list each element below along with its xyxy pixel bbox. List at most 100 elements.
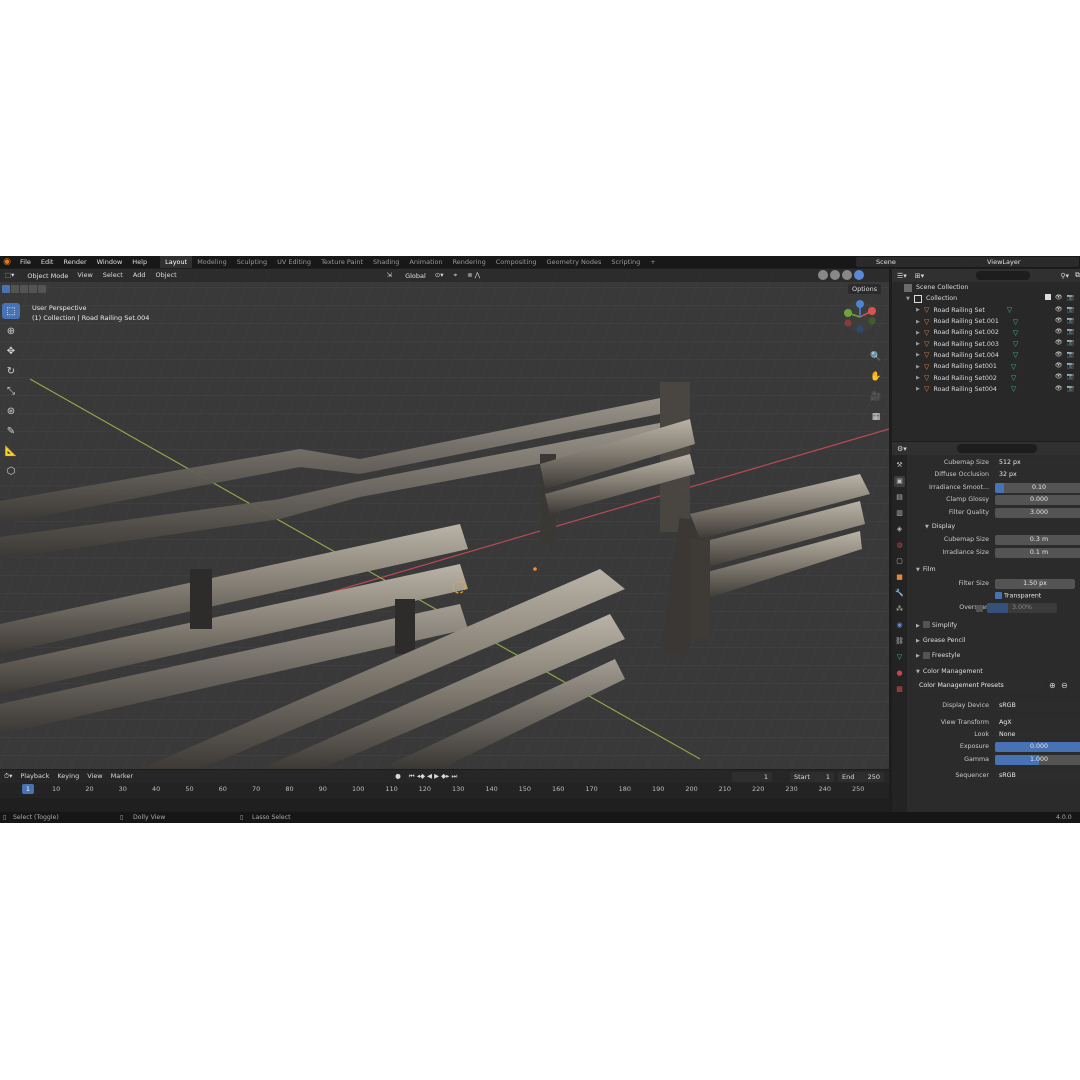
outliner-object-row[interactable]: ▶ ▽ Road Railing Set.003 ▽ 👁 📷 — [892, 338, 1080, 349]
properties-search-input[interactable] — [956, 444, 1037, 453]
view-transform-select[interactable]: AgX — [995, 717, 1080, 728]
display-cubemap-field[interactable]: 0.3 m — [995, 535, 1080, 546]
tab-uv-editing[interactable]: UV Editing — [272, 256, 316, 268]
perspective-grid-icon[interactable]: ▦ — [868, 409, 884, 425]
object-expand-icon[interactable]: ▶ — [916, 319, 924, 325]
view-layer-tab-icon[interactable]: ▥ — [894, 508, 905, 519]
menu-edit[interactable]: Edit — [36, 256, 59, 268]
render-camera-icon[interactable]: 📷 — [1067, 351, 1074, 358]
start-frame-field[interactable]: Start 1 — [790, 772, 834, 782]
gamma-field[interactable]: 1.000 — [995, 754, 1080, 765]
outliner-object-row[interactable]: ▶ ▽ Road Railing Set001 ▽ 👁 📷 — [892, 361, 1080, 372]
tab-layout[interactable]: Layout — [160, 256, 193, 268]
render-camera-icon[interactable]: 📷 — [1067, 385, 1074, 392]
visibility-eye-icon[interactable]: 👁 — [1055, 306, 1063, 313]
object-tab-icon[interactable]: ■ — [894, 572, 905, 583]
zoom-icon[interactable]: 🔍 — [868, 349, 884, 365]
move-tool-icon[interactable]: ✥ — [2, 343, 20, 359]
display-irradiance-field[interactable]: 0.1 m — [995, 547, 1080, 558]
visibility-eye-icon[interactable]: 👁 — [1055, 294, 1063, 301]
timeline-editor-type-icon[interactable]: ⏱▾ — [0, 770, 16, 783]
diffuse-occlusion-select[interactable]: 32 px — [995, 470, 1080, 481]
tab-texture-paint[interactable]: Texture Paint — [316, 256, 368, 268]
display-subpanel-header[interactable]: ▼ Display — [907, 519, 1080, 534]
scene-tab-icon[interactable]: ◈ — [894, 524, 905, 535]
snap-icon[interactable]: ⌖ — [449, 269, 463, 282]
end-frame-field[interactable]: End 250 — [838, 772, 884, 782]
select-invert-icon[interactable] — [29, 285, 37, 293]
overscan-checkbox[interactable] — [976, 605, 983, 613]
playback-controls[interactable]: ⏮ ◂◆ ◀ ▶ ◆▸ ⏭ — [405, 770, 462, 783]
look-select[interactable]: None — [995, 730, 1080, 741]
annotate-tool-icon[interactable]: ✎ — [2, 423, 20, 439]
output-tab-icon[interactable]: ▤ — [894, 492, 905, 503]
exposure-field[interactable]: 0.000 — [995, 742, 1080, 753]
transform-orientation-dropdown[interactable]: Global — [401, 270, 430, 281]
visibility-eye-icon[interactable]: 👁 — [1055, 373, 1063, 380]
collection-tab-icon[interactable]: ▢ — [894, 556, 905, 567]
outliner-object-row[interactable]: ▶ ▽ Road Railing Set004 ▽ 👁 📷 — [892, 384, 1080, 395]
scene-collection-row[interactable]: Scene Collection — [892, 282, 1080, 293]
material-tab-icon[interactable]: ● — [894, 668, 905, 679]
select-new-icon[interactable] — [2, 285, 10, 293]
display-mode-icon[interactable]: ⊞▾ — [907, 272, 924, 280]
options-dropdown[interactable]: Options — [848, 284, 882, 294]
remove-preset-icon[interactable]: ⊖ — [1061, 681, 1068, 690]
render-camera-icon[interactable]: 📷 — [1067, 294, 1074, 301]
blender-logo-icon[interactable]: ◉ — [2, 257, 12, 267]
object-expand-icon[interactable]: ▶ — [916, 375, 924, 381]
visibility-eye-icon[interactable]: 👁 — [1055, 351, 1063, 358]
rotate-tool-icon[interactable]: ↻ — [2, 363, 20, 379]
collection-row[interactable]: ▼ Collection 👁 📷 — [892, 293, 1080, 304]
film-panel-header[interactable]: ▼ Film — [907, 562, 1080, 577]
viewport-menu-view[interactable]: View — [72, 269, 97, 282]
visibility-eye-icon[interactable]: 👁 — [1055, 328, 1063, 335]
auto-keying-icon[interactable]: ● — [391, 770, 405, 783]
outliner-editor-icon[interactable]: ☰▾ — [892, 272, 907, 280]
outliner-object-row[interactable]: ▶ ▽ Road Railing Set002 ▽ 👁 📷 — [892, 372, 1080, 383]
texture-tab-icon[interactable]: ▩ — [894, 684, 905, 695]
object-expand-icon[interactable]: ▶ — [916, 364, 924, 370]
tab-modeling[interactable]: Modeling — [192, 256, 232, 268]
select-intersect-icon[interactable] — [38, 285, 46, 293]
filter-size-field[interactable]: 1.50 px — [995, 578, 1075, 589]
filter-icon[interactable]: ⚲▾ — [1060, 272, 1069, 280]
timeline-menu-keying[interactable]: Keying — [53, 770, 83, 783]
object-expand-icon[interactable]: ▶ — [916, 330, 924, 336]
viewport-menu-object[interactable]: Object — [150, 269, 181, 282]
tool-tab-icon[interactable]: ⚒ — [894, 460, 905, 471]
tab-sculpting[interactable]: Sculpting — [232, 256, 272, 268]
tab-rendering[interactable]: Rendering — [448, 256, 491, 268]
rendered-shading-icon[interactable] — [854, 270, 864, 280]
transparent-checkbox[interactable]: Transparent — [995, 591, 1041, 599]
properties-editor-icon[interactable]: ⚙▾ — [892, 445, 907, 453]
viewport-menu-select[interactable]: Select — [98, 269, 128, 282]
world-tab-icon[interactable]: ◍ — [894, 540, 905, 551]
exclude-checkbox[interactable] — [1044, 294, 1051, 301]
wireframe-shading-icon[interactable] — [818, 270, 828, 280]
timeline-track[interactable] — [0, 798, 889, 811]
view-layer-selector[interactable]: ViewLayer — [967, 257, 1079, 267]
outliner-object-row[interactable]: ▶ ▽ Road Railing Set.002 ▽ 👁 📷 — [892, 327, 1080, 338]
add-workspace-button[interactable]: + — [645, 256, 660, 268]
render-camera-icon[interactable]: 📷 — [1067, 362, 1074, 369]
tab-scripting[interactable]: Scripting — [606, 256, 645, 268]
freestyle-checkbox[interactable] — [922, 651, 930, 659]
outliner-object-row[interactable]: ▶ ▽ Road Railing Set ▽ 👁 📷 — [892, 305, 1080, 316]
simplify-panel-header[interactable]: ▶ Simplify — [907, 618, 1080, 633]
measure-tool-icon[interactable]: 📐 — [2, 443, 20, 459]
material-shading-icon[interactable] — [842, 270, 852, 280]
modifiers-tab-icon[interactable]: 🔧 — [894, 588, 905, 599]
visibility-eye-icon[interactable]: 👁 — [1055, 317, 1063, 324]
add-cube-tool-icon[interactable]: ⬡ — [2, 463, 20, 479]
proportional-edit-icon[interactable]: ⊚ ⋀ — [462, 269, 485, 282]
select-subtract-icon[interactable] — [20, 285, 28, 293]
render-camera-icon[interactable]: 📷 — [1067, 328, 1074, 335]
object-expand-icon[interactable]: ▶ — [916, 352, 924, 358]
pan-hand-icon[interactable]: ✋ — [868, 369, 884, 385]
object-expand-icon[interactable]: ▶ — [916, 341, 924, 347]
constraints-tab-icon[interactable]: ⛓ — [894, 636, 905, 647]
visibility-eye-icon[interactable]: 👁 — [1055, 385, 1063, 392]
tab-animation[interactable]: Animation — [404, 256, 447, 268]
color-management-panel-header[interactable]: ▼ Color Management — [907, 664, 1080, 679]
